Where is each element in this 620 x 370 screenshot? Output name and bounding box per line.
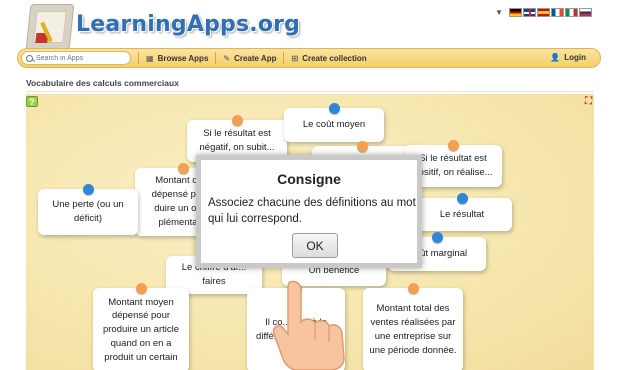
collection-icon: ⊞	[291, 53, 299, 63]
chevron-down-icon[interactable]: ▼	[495, 8, 503, 17]
title-divider	[26, 91, 594, 92]
create-collection-label: Create collection	[302, 53, 367, 63]
pin-icon	[232, 115, 243, 126]
learningapps-page: LearningApps.org ▼ ▦ Browse Apps ✎ Creat…	[0, 0, 620, 370]
grid-icon: ▦	[146, 53, 154, 63]
match-card[interactable]: Le résultat	[412, 193, 512, 231]
nav-divider	[283, 52, 285, 64]
card-text: Si le résultat est positif, on réalise..…	[413, 153, 493, 178]
nav-divider	[138, 52, 139, 64]
browse-apps-link[interactable]: ▦ Browse Apps	[146, 54, 208, 63]
pin-icon	[329, 103, 340, 114]
search-box[interactable]	[21, 51, 131, 65]
dialog-text: Associez chacune des définitions au mot …	[208, 197, 416, 225]
flag-it-icon[interactable]	[565, 8, 578, 17]
logo-text: LearningApps.org	[76, 12, 301, 37]
card-text: Montant moyen dépensé pour produire un a…	[102, 296, 180, 363]
pin-icon	[83, 184, 94, 195]
pin-icon	[448, 140, 459, 151]
flag-en-icon[interactable]	[523, 8, 536, 17]
card-text: Le coût moyen	[302, 119, 366, 131]
ok-button[interactable]: OK	[292, 233, 338, 258]
pin-icon	[432, 232, 443, 243]
match-card[interactable]: Montant moyen dépensé pour produire un a…	[93, 283, 189, 370]
hand-pointer-icon	[272, 280, 345, 370]
language-selector[interactable]: ▼	[495, 8, 592, 17]
pin-icon	[357, 141, 368, 152]
help-icon[interactable]: ?	[26, 96, 38, 107]
search-icon	[26, 54, 33, 62]
create-app-link[interactable]: ✎ Create App	[223, 54, 276, 63]
create-app-label: Create App	[234, 53, 277, 63]
pencil-icon: ✎	[223, 53, 231, 63]
fullscreen-icon[interactable]: ⛶	[585, 96, 592, 107]
card-text: Si le résultat est négatif, on subit...	[199, 128, 275, 153]
pin-icon	[408, 283, 419, 294]
match-card[interactable]: Le coût moyen	[284, 103, 384, 142]
card-text: Montant total des ventes réalisées par u…	[369, 303, 457, 356]
login-link[interactable]: 👤 Login	[550, 53, 586, 62]
flag-de-icon[interactable]	[509, 8, 522, 17]
search-input[interactable]	[36, 54, 126, 62]
flag-es-icon[interactable]	[537, 8, 550, 17]
flag-ru-icon[interactable]	[579, 8, 592, 17]
create-collection-link[interactable]: ⊞ Create collection	[291, 54, 366, 63]
nav-divider	[215, 52, 217, 64]
login-label: Login	[564, 53, 586, 62]
user-icon: 👤	[550, 53, 561, 62]
dialog-title: Consigne	[277, 171, 341, 187]
card-text: Le résultat	[439, 208, 485, 220]
site-logo[interactable]: LearningApps.org	[20, 4, 300, 50]
pin-icon	[457, 193, 468, 204]
match-card[interactable]: Une perte (ou un déficit)	[38, 184, 138, 235]
instructions-dialog: Consigne Associez chacune des définition…	[196, 155, 422, 268]
logo-tile-icon	[25, 4, 75, 50]
match-card[interactable]: Montant total des ventes réalisées par u…	[363, 283, 463, 370]
flag-fr-icon[interactable]	[551, 8, 564, 17]
page-title: Vocabulaire des calculs commerciaux	[26, 78, 179, 88]
browse-apps-label: Browse Apps	[157, 53, 209, 63]
pin-icon	[136, 283, 147, 294]
card-text: Une perte (ou un déficit)	[52, 199, 124, 224]
main-navbar: ▦ Browse Apps ✎ Create App ⊞ Create coll…	[17, 48, 601, 68]
pin-icon	[178, 163, 189, 174]
